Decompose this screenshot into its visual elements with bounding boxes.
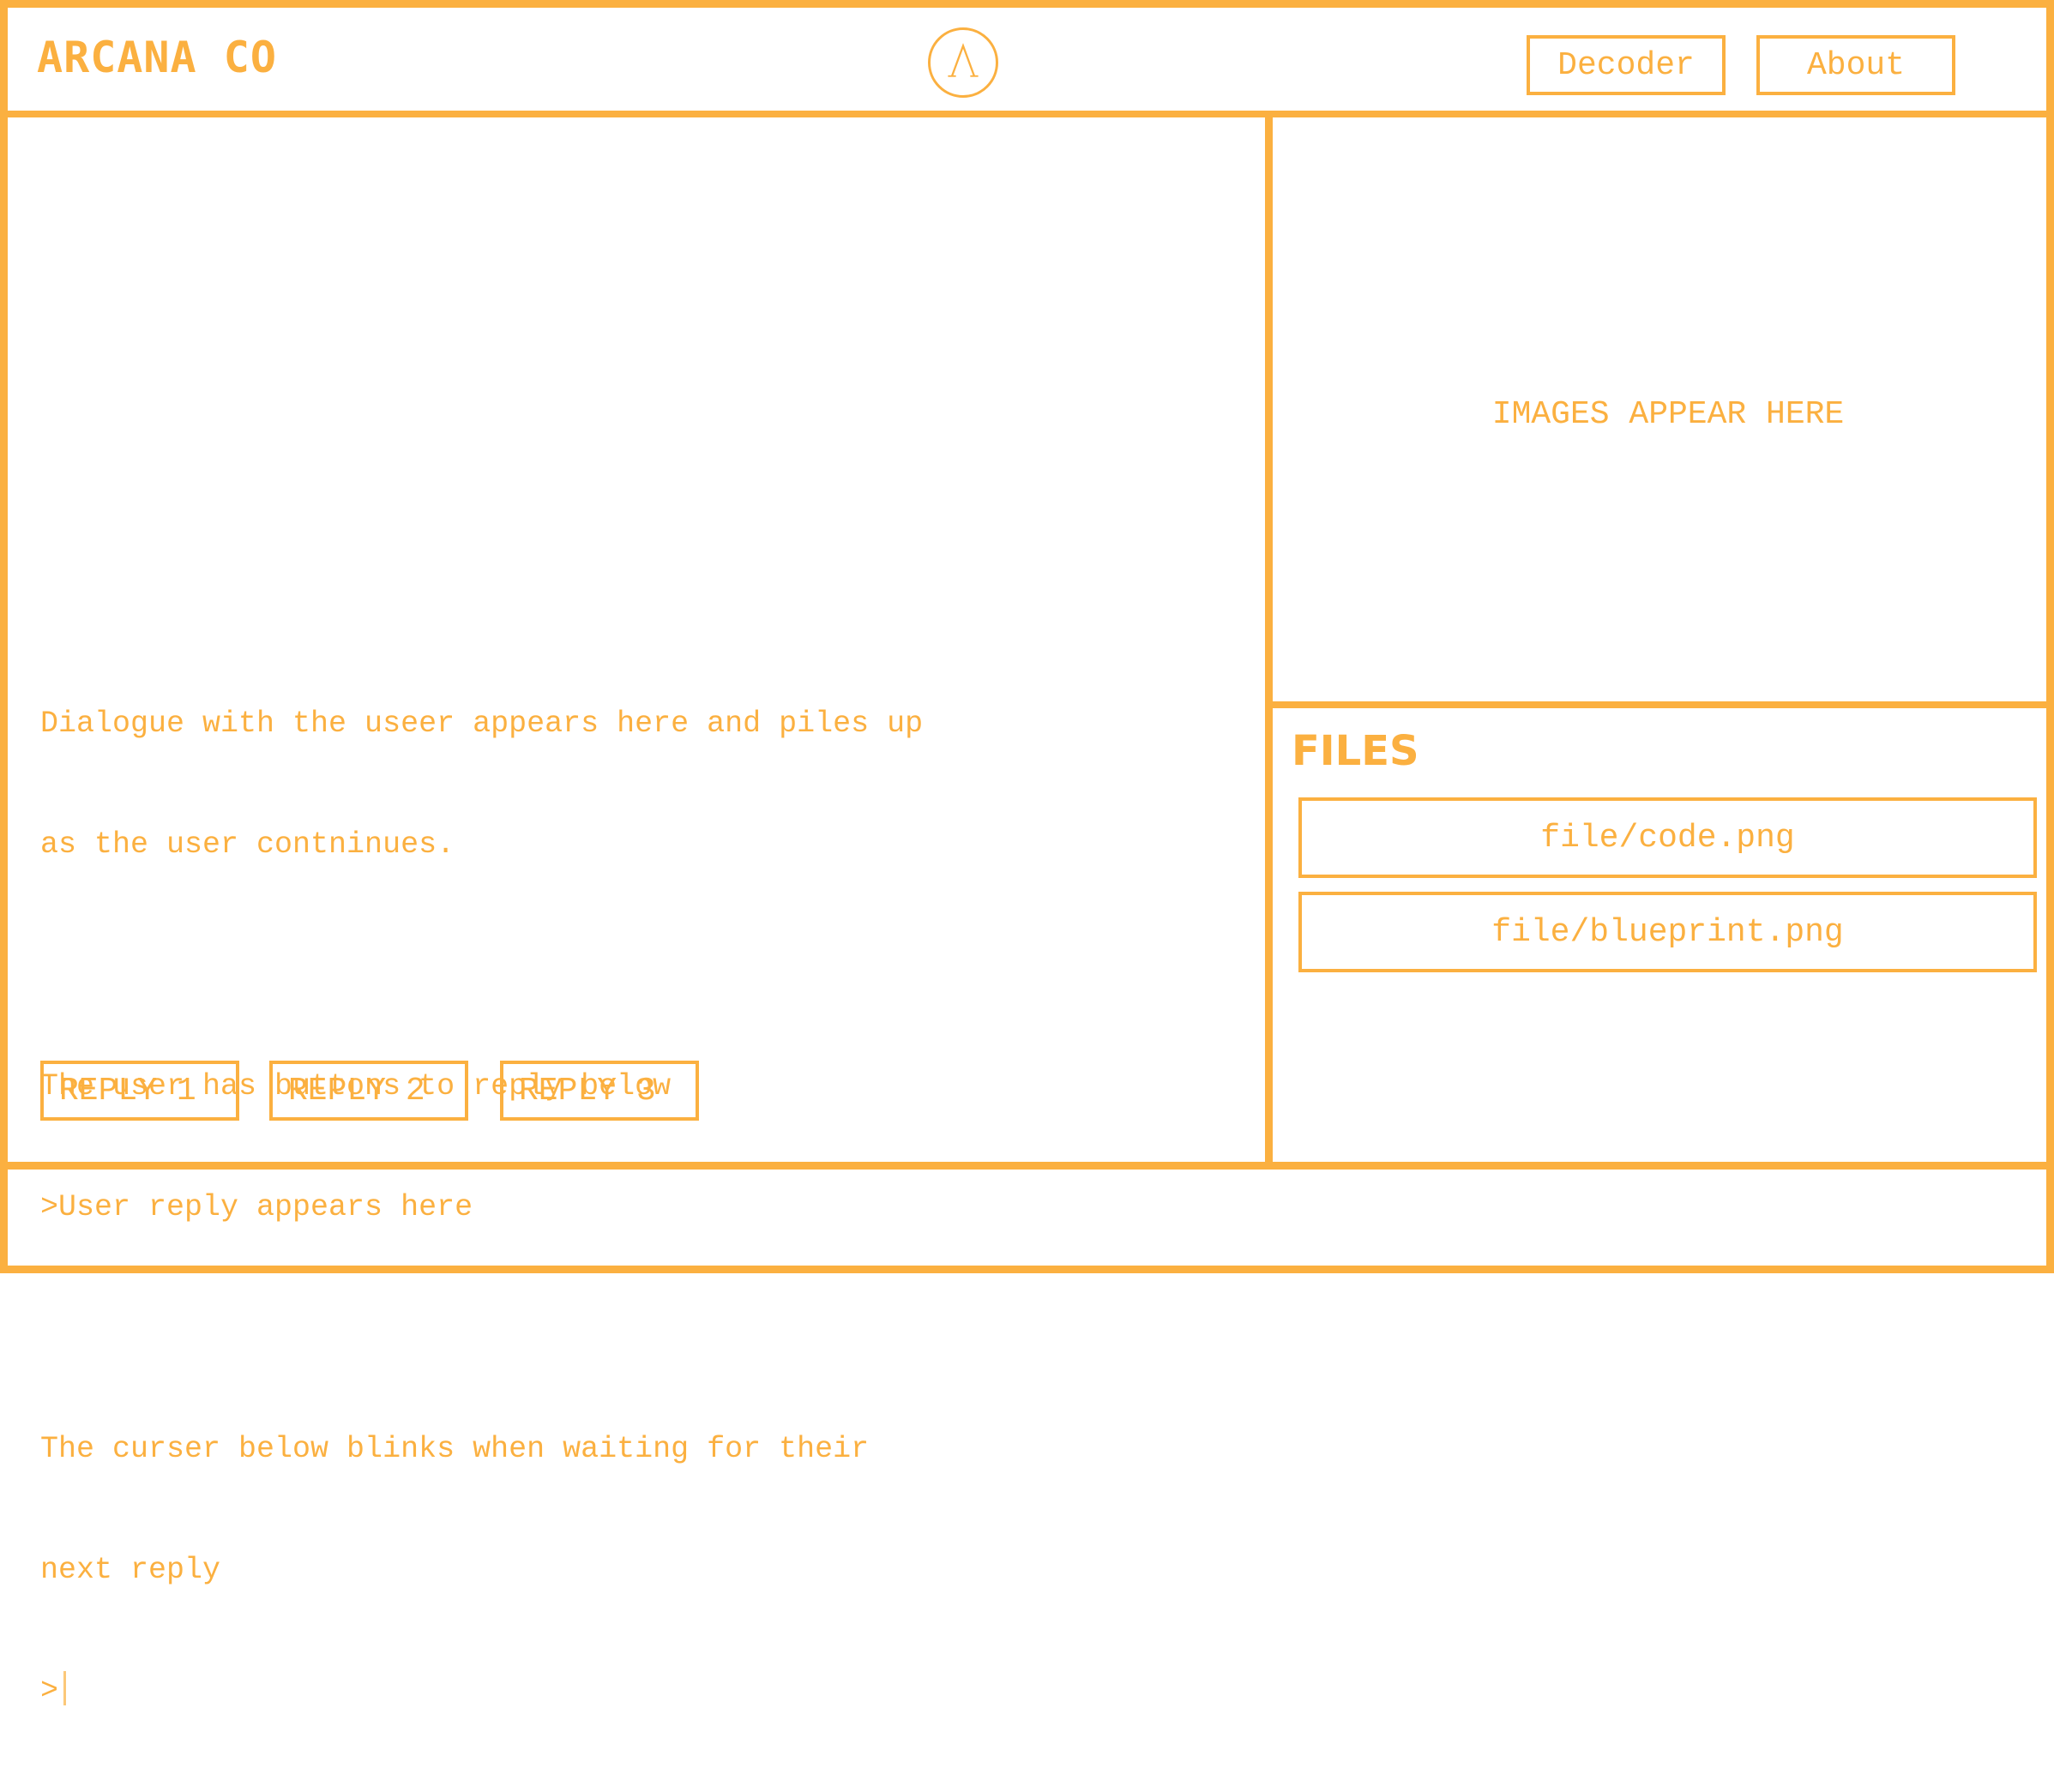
reply-1-button[interactable]: REPLY 1 [40, 1061, 239, 1121]
reply-3-button[interactable]: REPLY 3 [500, 1061, 699, 1121]
about-button[interactable]: About [1756, 35, 1955, 95]
app-frame: ARCANA CO Decoder About Dialogue with th… [0, 0, 2054, 1708]
dialogue-panel: Dialogue with the useer appears here and… [8, 117, 1273, 1708]
decoder-button[interactable]: Decoder [1527, 35, 1726, 95]
footer-bar [8, 1162, 2046, 1273]
dialogue-line [40, 1308, 1155, 1349]
dialogue-line: as the user contninues. [40, 827, 455, 862]
input-prompt[interactable]: > [40, 1671, 1155, 1711]
prompt-symbol: > [40, 1674, 59, 1708]
dialogue-line: Dialogue with the useer appears here and… [40, 707, 924, 741]
dialogue-line: next reply [40, 1553, 221, 1587]
file-item-blueprint[interactable]: file/blueprint.png [1298, 892, 2037, 972]
file-item-code[interactable]: file/code.png [1298, 797, 2037, 878]
dialogue-line: The curser below blinks when waiting for… [40, 1432, 870, 1466]
files-title: FILES [1292, 727, 1419, 775]
brand-name: ARCANA CO [37, 33, 277, 82]
text-cursor [63, 1671, 67, 1705]
files-panel: FILES file/code.png file/blueprint.png [1273, 708, 2046, 1162]
reply-2-button[interactable]: REPLY 2 [269, 1061, 468, 1121]
images-panel: IMAGES APPEAR HERE [1273, 117, 2046, 708]
lambda-circle-icon [928, 27, 998, 98]
dialogue-line [40, 946, 1155, 986]
images-placeholder-text: IMAGES APPEAR HERE [1491, 396, 1845, 433]
header: ARCANA CO Decoder About [8, 8, 2046, 117]
